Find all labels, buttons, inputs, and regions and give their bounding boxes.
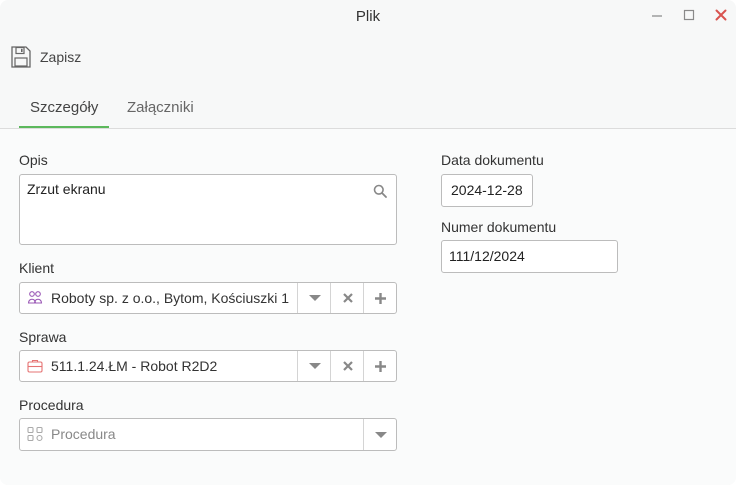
klient-clear-button[interactable] [330, 283, 364, 313]
klient-label: Klient [19, 260, 55, 276]
data-dokumentu-label: Data dokumentu [441, 152, 544, 168]
klient-value: Roboty sp. z o.o., Bytom, Kościuszki 1 [51, 290, 290, 306]
data-dokumentu-field[interactable]: 2024-12-28 [441, 174, 533, 207]
tab-zalaczniki[interactable]: Załączniki [116, 90, 205, 126]
save-button[interactable]: Zapisz [10, 42, 81, 72]
briefcase-icon [27, 359, 43, 373]
sprawa-value: 511.1.24.ŁM - Robot R2D2 [51, 358, 218, 374]
minimize-button[interactable] [645, 4, 669, 26]
opis-label: Opis [19, 152, 48, 168]
procedura-combobox[interactable]: Procedura [19, 418, 397, 451]
klient-add-button[interactable] [363, 283, 397, 313]
klient-dropdown-button[interactable] [297, 283, 331, 313]
procedura-dropdown-button[interactable] [363, 419, 397, 450]
procedura-label: Procedura [19, 397, 84, 413]
client-group-icon [27, 291, 43, 304]
clear-icon [342, 361, 353, 371]
chevron-down-icon [308, 295, 321, 301]
sprawa-add-button[interactable] [363, 351, 397, 381]
sprawa-label: Sprawa [19, 329, 67, 345]
form-area: Opis Zrzut ekranu Klient Roboty sp. z o.… [0, 129, 736, 485]
minimize-icon [652, 15, 662, 17]
sprawa-clear-button[interactable] [330, 351, 364, 381]
numer-dokumentu-label: Numer dokumentu [441, 219, 557, 235]
maximize-icon [683, 9, 695, 21]
clear-icon [342, 293, 353, 303]
window-title: Plik [355, 8, 381, 25]
numer-dokumentu-field[interactable]: 111/12/2024 [441, 240, 618, 273]
chevron-down-icon [308, 363, 321, 369]
title-bar: Plik [0, 0, 736, 34]
tab-szczegoly[interactable]: Szczegóły [19, 90, 110, 128]
dialog-window: Plik Zapisz Szczegóły Załączniki Opis Zr… [0, 0, 736, 485]
plus-icon [375, 360, 386, 372]
close-icon [715, 9, 727, 21]
sprawa-combobox[interactable]: 511.1.24.ŁM - Robot R2D2 [19, 350, 397, 382]
search-icon[interactable] [373, 184, 387, 198]
opis-field[interactable]: Zrzut ekranu [19, 174, 397, 245]
sprawa-dropdown-button[interactable] [297, 351, 331, 381]
save-label: Zapisz [40, 49, 82, 65]
maximize-button[interactable] [677, 4, 701, 26]
numer-dokumentu-value: 111/12/2024 [449, 248, 525, 264]
close-button[interactable] [709, 4, 733, 26]
floppy-disk-icon [11, 46, 31, 68]
chevron-down-icon [374, 431, 387, 438]
klient-combobox[interactable]: Roboty sp. z o.o., Bytom, Kościuszki 1 [19, 282, 397, 314]
plus-icon [375, 292, 386, 304]
data-dokumentu-value: 2024-12-28 [451, 182, 523, 198]
tab-bar: Szczegóły Załączniki [0, 90, 736, 129]
procedure-icon [27, 426, 43, 442]
opis-value: Zrzut ekranu [27, 181, 106, 197]
procedura-placeholder: Procedura [51, 426, 116, 442]
